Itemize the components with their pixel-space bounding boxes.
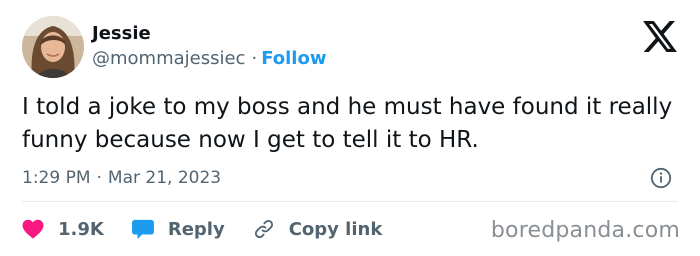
- tweet-time: 1:29 PM: [22, 168, 91, 188]
- link-icon: [254, 219, 273, 239]
- copy-link-button[interactable]: Copy link: [253, 218, 383, 240]
- divider: [22, 201, 678, 202]
- watermark: boredpanda.com: [490, 218, 680, 243]
- like-count: 1.9K: [58, 218, 104, 240]
- author-handle[interactable]: @mommajessiec: [92, 48, 245, 69]
- avatar[interactable]: [22, 16, 84, 78]
- handle-separator: ·: [251, 48, 258, 69]
- copy-link-label: Copy link: [288, 218, 383, 240]
- tweet-actions: 1.9K Reply Copy link: [22, 214, 410, 244]
- x-logo-icon[interactable]: [643, 21, 677, 52]
- tweet-text: I told a joke to my boss and he must hav…: [22, 94, 673, 153]
- author-name[interactable]: Jessie: [92, 23, 151, 45]
- info-icon[interactable]: [650, 167, 672, 189]
- reply-label: Reply: [167, 218, 225, 240]
- speech-bubble-icon: [131, 219, 154, 239]
- heart-icon: [22, 219, 44, 239]
- follow-button[interactable]: Follow: [261, 48, 326, 69]
- tweet-timestamp[interactable]: 1:29 PM · Mar 21, 2023: [22, 167, 221, 189]
- like-button[interactable]: 1.9K: [22, 219, 104, 240]
- avatar-image: [22, 16, 84, 78]
- author-handle-row: @mommajessiec · Follow: [92, 48, 326, 70]
- timestamp-separator: ·: [96, 168, 102, 188]
- reply-button[interactable]: Reply: [131, 218, 225, 240]
- tweet-date: Mar 21, 2023: [107, 168, 222, 188]
